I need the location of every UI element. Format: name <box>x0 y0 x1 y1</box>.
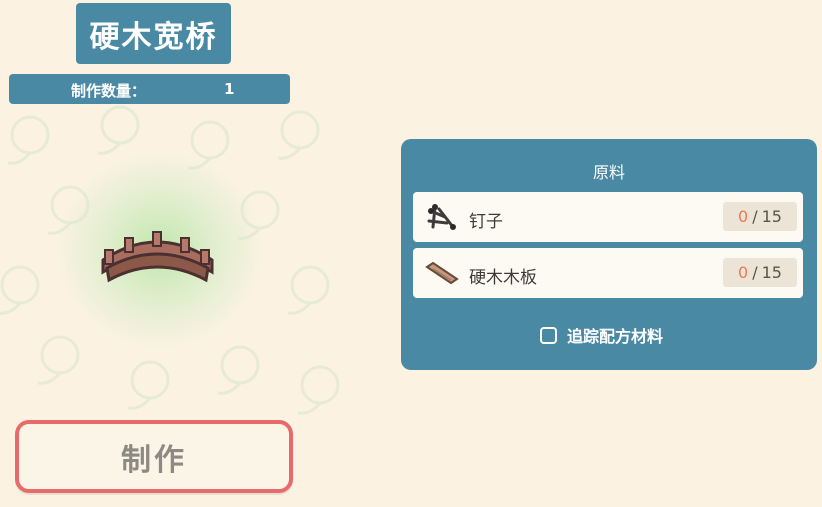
quantity-bar: 制作数量： 1 <box>9 74 290 104</box>
quantity-label: 制作数量： <box>71 82 147 100</box>
need-count: 15 <box>761 263 782 282</box>
material-row-hardwood-plank[interactable]: 硬木木板 0 / 15 <box>413 248 803 298</box>
materials-title: 原料 <box>592 163 625 182</box>
quantity-value[interactable]: 1 <box>224 80 234 98</box>
material-name: 硬木木板 <box>469 268 537 288</box>
have-count: 0 <box>738 263 749 282</box>
plank-icon <box>425 261 459 285</box>
material-count: 0 / 15 <box>723 202 797 231</box>
craft-button[interactable]: 制作 <box>15 420 293 493</box>
count-separator: / <box>752 263 758 282</box>
recipe-title: 硬木宽桥 <box>76 3 231 64</box>
count-separator: / <box>752 207 758 226</box>
material-row-nails[interactable]: 钉子 0 / 15 <box>413 192 803 242</box>
material-count: 0 / 15 <box>723 258 797 287</box>
have-count: 0 <box>738 207 749 226</box>
track-label: 追踪配方材料 <box>567 327 664 346</box>
track-materials-toggle[interactable]: 追踪配方材料 <box>540 325 664 346</box>
track-checkbox[interactable] <box>540 326 557 344</box>
materials-panel: 原料 钉子 0 / 15 硬木木板 0 / 15 追踪配方材料 <box>401 139 817 370</box>
need-count: 15 <box>761 207 782 226</box>
nails-icon <box>427 204 456 230</box>
bridge-icon <box>101 231 214 283</box>
material-name: 钉子 <box>469 212 503 232</box>
